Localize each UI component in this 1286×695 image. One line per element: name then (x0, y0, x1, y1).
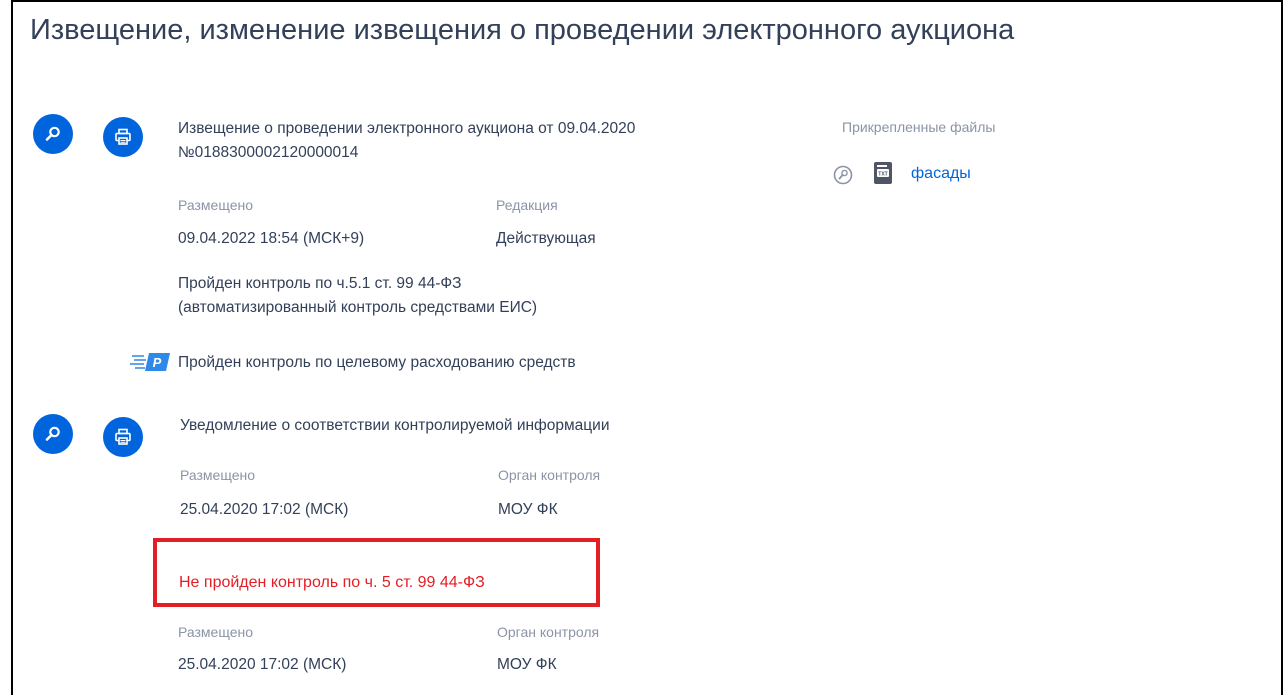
txt-file-icon: TXT (872, 161, 894, 185)
failed-control-highlight (153, 538, 600, 607)
control-passed-line2: (автоматизированный контроль средствами … (178, 299, 538, 316)
target-control-icon: P (130, 350, 172, 374)
failed-placed-value: 25.04.2020 17:02 (МСК) (178, 656, 347, 673)
target-control-text: Пройден контроль по целевому расходовани… (178, 354, 576, 371)
print-notice-button[interactable] (103, 117, 143, 157)
attachment-link-facades[interactable]: фасады (911, 165, 971, 183)
notification-placed-value: 25.04.2020 17:02 (МСК) (180, 501, 349, 518)
attachments-label: Прикрепленные файлы (842, 119, 996, 135)
svg-text:P: P (153, 355, 162, 370)
magnifier-icon (45, 426, 60, 441)
file-signature-icon[interactable] (832, 164, 854, 186)
notice-revision-value: Действующая (496, 230, 596, 247)
failed-authority-label: Орган контроля (497, 624, 600, 640)
svg-text:TXT: TXT (878, 172, 887, 178)
failed-placed-label: Размещено (178, 624, 253, 640)
printer-icon (115, 428, 131, 445)
print-notification-button[interactable] (103, 417, 143, 457)
notice-number: №0188300002120000014 (178, 144, 359, 161)
notice-title: Извещение о проведении электронного аукц… (178, 120, 636, 137)
page-title: Извещение, изменение извещения о проведе… (30, 14, 1015, 46)
notification-placed-label: Размещено (180, 467, 255, 483)
failed-control-text: Не пройден контроль по ч. 5 ст. 99 44-ФЗ (179, 574, 485, 591)
magnifier-icon (45, 126, 60, 141)
printer-icon (115, 128, 131, 145)
notice-placed-value: 09.04.2022 18:54 (МСК+9) (178, 230, 365, 247)
notification-title: Уведомление о соответствии контролируемо… (180, 417, 610, 434)
notice-placed-label: Размещено (178, 197, 253, 213)
notice-revision-label: Редакция (496, 197, 558, 213)
failed-authority-value: МОУ ФК (497, 656, 557, 673)
notification-authority-label: Орган контроля (498, 467, 601, 483)
notification-authority-value: МОУ ФК (498, 501, 558, 518)
control-passed-line1: Пройден контроль по ч.5.1 ст. 99 44-ФЗ (178, 275, 462, 292)
view-notification-button[interactable] (33, 414, 73, 454)
view-notice-button[interactable] (33, 114, 73, 154)
